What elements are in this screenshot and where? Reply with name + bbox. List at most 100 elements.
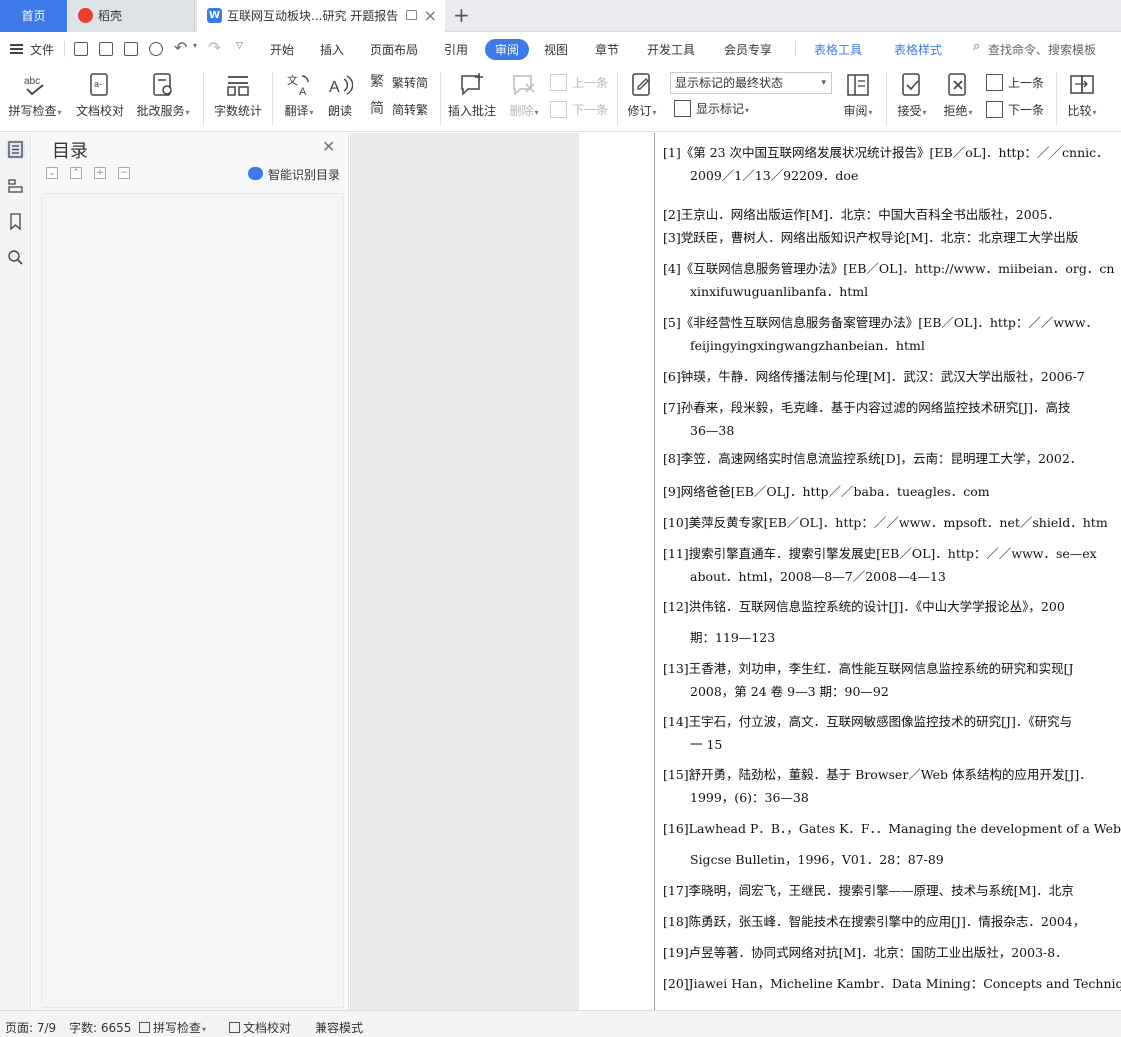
chapter-nav-icon[interactable] [6, 176, 25, 195]
track-changes-button[interactable]: 修订▾ [624, 66, 660, 119]
tab-document[interactable]: W 互联网互动板块...研究 开题报告 × [197, 0, 445, 32]
track-changes-label: 修订 [627, 104, 652, 118]
smart-toc-button[interactable]: 智能识别目录 [248, 166, 340, 183]
page-indicator[interactable]: 页面: 7/9 [5, 1019, 56, 1036]
word-count-indicator[interactable]: 字数: 6655 [69, 1019, 131, 1036]
next-comment-button[interactable]: 下一条 [550, 101, 608, 118]
quick-access-dropdown-icon[interactable]: ▽ [236, 41, 243, 51]
window-pin-icon[interactable] [406, 10, 417, 20]
reference-item[interactable]: [19]卢昱等著．协同式网络对抗[M]．北京：国防工业出版社，2003-8． [663, 941, 1068, 964]
reference-item[interactable]: [17]李晓明，闾宏飞，王继民．搜索引擎——原理、技术与系统[M]．北京 [663, 879, 1074, 902]
menu-table-tools[interactable]: 表格工具 [814, 41, 862, 58]
menu-developer[interactable]: 开发工具 [647, 41, 695, 58]
reference-item[interactable]: [7]孙春来，段米毅，毛克峰．基于内容过滤的网络监控技术研究[J]．高技 36—3… [663, 396, 1070, 442]
reference-item[interactable]: [5]《非经营性互联网信息服务备案管理办法》[EB／OL]．http：／／www… [663, 311, 1098, 357]
word-count-button[interactable]: 字数统计 [212, 66, 264, 119]
svg-text:a-: a- [94, 79, 102, 89]
menu-member[interactable]: 会员专享 [724, 41, 772, 58]
close-icon[interactable]: ✕ [322, 137, 335, 156]
add-level-icon[interactable]: + [94, 167, 106, 179]
new-tab-button[interactable]: + [453, 0, 470, 30]
reference-line: [10]美萍反黄专家[EB／OL]．http：／／www．mpsoft．net／… [663, 515, 1108, 530]
reference-item[interactable]: [10]美萍反黄专家[EB／OL]．http：／／www．mpsoft．net／… [663, 511, 1108, 534]
close-tab-icon[interactable]: × [424, 0, 437, 32]
doc-proof-button[interactable]: a- 文档校对 [75, 66, 125, 119]
translate-button[interactable]: 文 A 翻译▾ [281, 66, 317, 119]
undo-icon[interactable]: ↶ [174, 38, 187, 57]
reference-item[interactable]: [20]Jiawei Han，Micheline Kambr．Data Mini… [663, 972, 1121, 1010]
menu-table-style[interactable]: 表格样式 [894, 41, 942, 58]
menu-page-layout[interactable]: 页面布局 [370, 41, 418, 58]
reference-item[interactable]: [14]王宇石，付立波，高文．互联网敏感图像监控技术的研究[J]．《研究与一 1… [663, 710, 1072, 756]
collapse-all-icon[interactable]: ⌃ [70, 167, 82, 179]
export-pdf-icon[interactable] [99, 42, 113, 56]
read-aloud-button[interactable]: A 朗读 [326, 66, 354, 119]
reference-item[interactable]: [9]网络爸爸[EB／OLJ．http／／baba．tueagles．com [663, 480, 990, 503]
delete-comment-button[interactable]: 删除▾ [506, 66, 542, 119]
review-pane-button[interactable]: 审阅▾ [840, 66, 876, 119]
undo-dropdown-icon[interactable]: ▾ [193, 41, 197, 50]
reference-item[interactable]: [2]王京山．网络出版运作[M]．北京：中国大百科全书出版社，2005． [663, 203, 1060, 226]
redo-icon[interactable]: ↷ [208, 38, 221, 57]
expand-all-icon[interactable]: ⌄ [46, 167, 58, 179]
revise-service-button[interactable]: 批改服务▾ [134, 66, 192, 119]
print-icon[interactable] [124, 42, 138, 56]
menu-divider [64, 41, 65, 57]
remove-level-icon[interactable]: − [118, 167, 130, 179]
insert-comment-button[interactable]: 插入批注 [447, 66, 497, 119]
menu-chapter[interactable]: 章节 [595, 41, 619, 58]
menu-start[interactable]: 开始 [270, 41, 294, 58]
spell-check-button[interactable]: abc 拼写检查▾ [6, 66, 64, 119]
translate-icon: 文 A [287, 73, 309, 98]
svg-text:A: A [299, 86, 307, 98]
toc-panel: 目录 ✕ ⌄ ⌃ + − 智能识别目录 [32, 133, 349, 1010]
menu-references[interactable]: 引用 [444, 41, 468, 58]
print-preview-icon[interactable] [149, 42, 163, 56]
command-search-input[interactable]: 查找命令、搜索模板 [988, 41, 1096, 58]
chevron-down-icon: ▾ [821, 78, 826, 88]
show-markup-label: 显示标记 [696, 102, 745, 116]
menu-file[interactable]: 文件 [30, 41, 54, 58]
status-bar: 页面: 7/9 字数: 6655 拼写检查▾ 文档校对 兼容模式 [0, 1010, 1121, 1037]
prev-change-button[interactable]: 上一条 [986, 74, 1044, 91]
reference-item[interactable]: [1]《第 23 次中国互联网络发展状况统计报告》[EB／oL]．http：／／… [663, 141, 1109, 187]
simp-to-trad-button[interactable]: 简 简转繁 [370, 101, 428, 118]
trad-to-simp-button[interactable]: 繁 繁转简 [370, 74, 428, 91]
document-canvas[interactable]: [1]《第 23 次中国互联网络发展状况统计报告》[EB／oL]．http：／／… [350, 133, 1121, 1010]
reference-item[interactable]: [15]舒开勇，陆劲松，董毅．基于 Browser／Web 体系结构的应用开发[… [663, 763, 1092, 809]
reference-item[interactable]: [13]王香港，刘功申，李生红．高性能互联网信息监控系统的研究和实现[J 2008… [663, 657, 1074, 703]
status-spell-check[interactable]: 拼写检查▾ [139, 1019, 206, 1036]
smart-toc-label: 智能识别目录 [268, 168, 341, 182]
reject-button[interactable]: 拒绝▾ [940, 66, 976, 119]
reference-item[interactable]: [12]洪伟铭．互联网信息监控系统的设计[J]．《中山大学学报论丛》，200 期：… [663, 595, 1065, 649]
menu-review[interactable]: 审阅 [485, 39, 530, 60]
reference-item[interactable]: [6]钟瑛，牛静．网络传播法制与伦理[M]．武汉：武汉大学出版社，2006-7 [663, 365, 1085, 388]
reference-line: [6]钟瑛，牛静．网络传播法制与伦理[M]．武汉：武汉大学出版社，2006-7 [663, 369, 1085, 384]
prev-comment-button[interactable]: 上一条 [550, 74, 608, 91]
reference-item[interactable]: [3]党跃臣，曹树人．网络出版知识产权导论[M]．北京：北京理工大学出版 [663, 226, 1078, 249]
toc-panel-icon[interactable] [6, 140, 25, 159]
markup-display-select[interactable]: 显示标记的最终状态 ▾ [670, 72, 832, 94]
checkbox-icon [139, 1022, 150, 1033]
reference-line: [11]搜索引擎直通车．搜索引擎发展史[EB／OL]．http：／／www．se… [663, 546, 1097, 561]
bookmark-icon[interactable] [6, 212, 25, 231]
reference-item[interactable]: [18]陈勇跃，张玉峰．智能技术在搜索引擎中的应用[J]．情报杂志．2004， [663, 910, 1085, 933]
menu-view[interactable]: 视图 [544, 41, 568, 58]
reference-item[interactable]: [11]搜索引擎直通车．搜索引擎发展史[EB／OL]．http：／／www．se… [663, 542, 1097, 588]
compare-button[interactable]: 比较▾ [1064, 66, 1100, 119]
read-aloud-icon: A [329, 75, 353, 96]
menu-insert[interactable]: 插入 [320, 41, 344, 58]
show-markup-button[interactable]: 显示标记▾ [674, 100, 749, 117]
reference-item[interactable]: [16]Lawhead P．B．，Gates K．F．．Managing the… [663, 817, 1121, 871]
document-page[interactable]: [1]《第 23 次中国互联网络发展状况统计报告》[EB／oL]．http：／／… [579, 133, 1121, 1010]
accept-button[interactable]: 接受▾ [894, 66, 930, 119]
tab-daoke[interactable]: 稻壳 [68, 0, 195, 32]
next-change-button[interactable]: 下一条 [986, 101, 1044, 118]
menu-hamburger-icon[interactable] [10, 44, 23, 54]
reference-item[interactable]: [8]李笠．高速网络实时信息流监控系统[D]，云南：昆明理工大学，2002． [663, 447, 1082, 470]
reference-item[interactable]: [4]《互联网信息服务管理办法》[EB／OL]．http://www．miibe… [663, 257, 1114, 303]
save-icon[interactable] [74, 42, 88, 56]
search-icon[interactable] [6, 248, 25, 267]
status-doc-proof[interactable]: 文档校对 [229, 1019, 291, 1036]
tab-home[interactable]: 首页 [0, 0, 67, 32]
